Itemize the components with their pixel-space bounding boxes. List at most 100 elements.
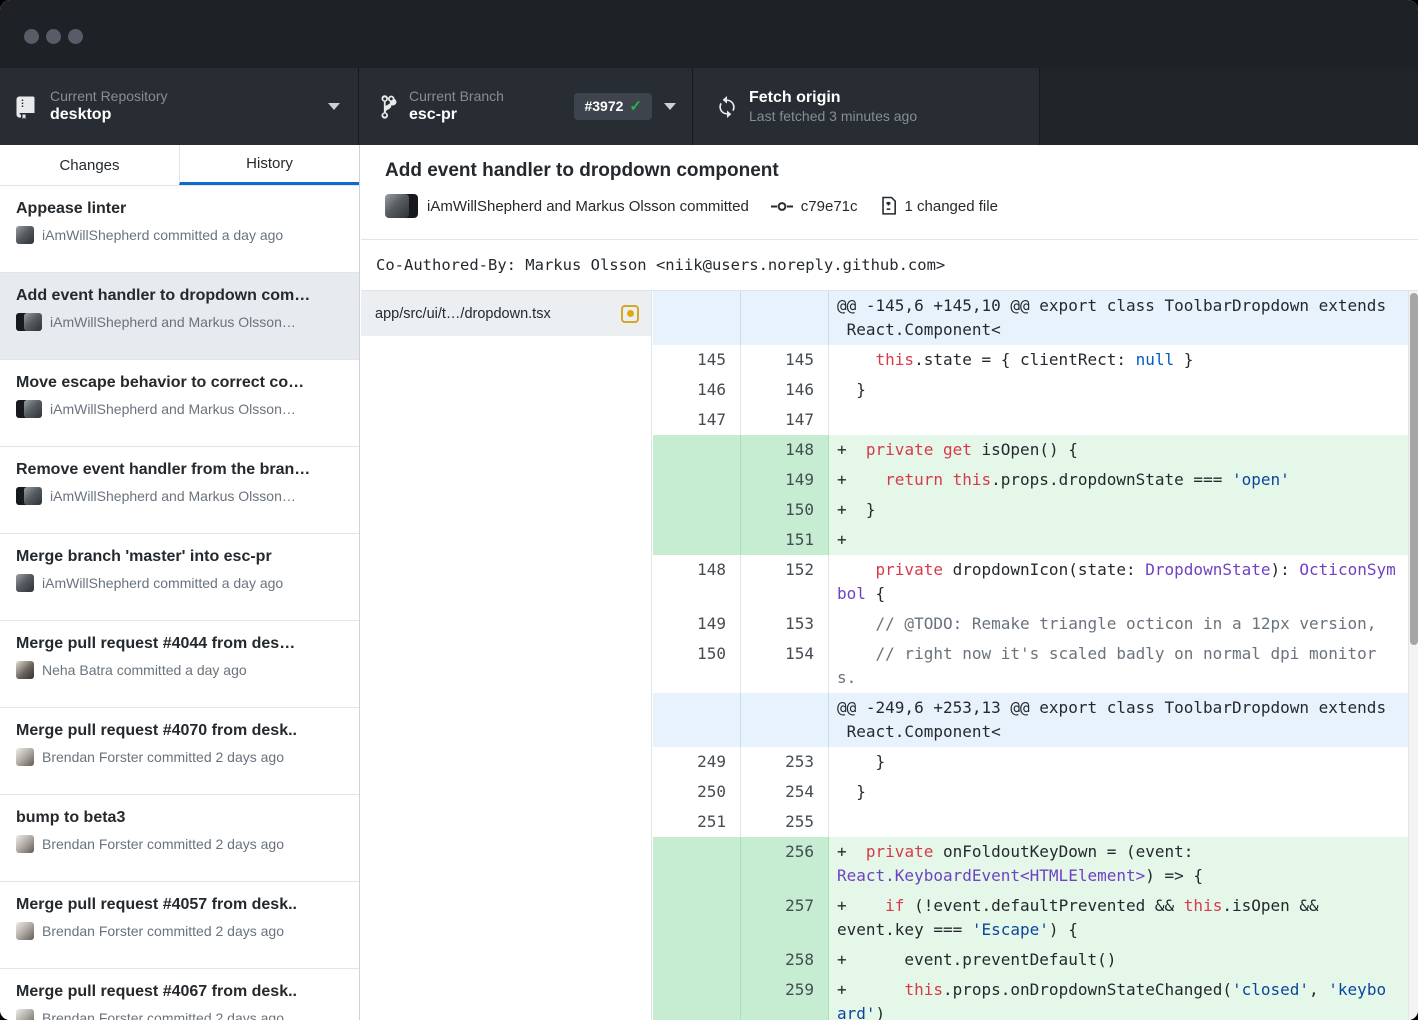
chevron-down-icon xyxy=(664,103,676,110)
code-line: + } xyxy=(837,498,1418,522)
current-repository-label: Current Repository xyxy=(50,88,168,106)
diff-line-content: + private onFoldoutKeyDown = (event:Reac… xyxy=(829,837,1418,891)
toolbar: Current Repository desktop Current Branc… xyxy=(0,68,1418,145)
current-branch-label: Current Branch xyxy=(409,88,504,106)
diff-context-line: 150154 // right now it's scaled badly on… xyxy=(653,639,1418,693)
diff-view: @@ -145,6 +145,10 @@ export class Toolba… xyxy=(653,291,1418,1020)
diff-context-line: 145145 this.state = { clientRect: null } xyxy=(653,345,1418,375)
current-branch-value: esc-pr xyxy=(409,105,504,125)
diff-line-content: @@ -145,6 +145,10 @@ export class Toolba… xyxy=(829,291,1418,345)
diff-new-line-number: 258 xyxy=(741,945,829,975)
diff-line-content: + return this.props.dropdownState === 'o… xyxy=(829,465,1418,495)
diff-added-line: 257+ if (!event.defaultPrevented && this… xyxy=(653,891,1418,945)
code-line: + return this.props.dropdownState === 'o… xyxy=(837,468,1418,492)
diff-line-content: + } xyxy=(829,495,1418,525)
avatar xyxy=(24,487,42,505)
tab-history[interactable]: History xyxy=(179,145,359,185)
commit-item-avatars xyxy=(16,1009,34,1020)
diff-context-line: 149153 // @TODO: Remake triangle octicon… xyxy=(653,609,1418,639)
code-line: s. xyxy=(837,666,1418,690)
code-line xyxy=(837,810,1418,834)
fetch-origin-title: Fetch origin xyxy=(749,88,917,108)
diff-new-line-number: 146 xyxy=(741,375,829,405)
commit-list-item[interactable]: Appease linteriAmWillShepherd committed … xyxy=(0,186,359,273)
diff-line-content: + if (!event.defaultPrevented && this.is… xyxy=(829,891,1418,945)
file-path: app/src/ui/t…/dropdown.tsx xyxy=(375,306,613,322)
commit-item-avatars xyxy=(16,661,34,679)
commit-list-item[interactable]: Merge pull request #4057 from desk..Bren… xyxy=(0,882,359,969)
changed-files-panel: app/src/ui/t…/dropdown.tsx xyxy=(361,291,652,1020)
commit-sha[interactable]: c79e71c xyxy=(801,198,858,215)
ci-check-icon: ✓ xyxy=(629,99,642,114)
current-branch-button[interactable]: Current Branch esc-pr #3972 ✓ xyxy=(359,68,693,145)
commit-item-title: Merge pull request #4044 from des… xyxy=(16,634,345,653)
commit-item-meta-text: iAmWillShepherd and Markus Olsson… xyxy=(50,488,296,504)
tab-changes[interactable]: Changes xyxy=(0,145,179,185)
code-line: React.Component< xyxy=(837,720,1418,744)
diff-line-content: } xyxy=(829,375,1418,405)
commit-list-item[interactable]: Merge branch 'master' into esc-priAmWill… xyxy=(0,534,359,621)
code-line: + this.props.onDropdownStateChanged('clo… xyxy=(837,978,1418,1002)
code-line: event.key === 'Escape') { xyxy=(837,918,1418,942)
code-line: this.state = { clientRect: null } xyxy=(837,348,1418,372)
avatar xyxy=(16,574,34,592)
code-line: React.KeyboardEvent<HTMLElement>) => { xyxy=(837,864,1418,888)
commit-item-meta-text: iAmWillShepherd committed a day ago xyxy=(42,575,283,591)
commit-list-item[interactable]: Remove event handler from the bran… iAmWi… xyxy=(0,447,359,534)
diff-line-content: + this.props.onDropdownStateChanged('clo… xyxy=(829,975,1418,1020)
commit-item-meta: iAmWillShepherd and Markus Olsson… xyxy=(16,487,345,505)
code-line: bol { xyxy=(837,582,1418,606)
diff-old-line-number xyxy=(653,291,741,345)
diff-old-line-number xyxy=(653,495,741,525)
file-modified-icon xyxy=(621,305,639,323)
commit-item-meta-text: Brendan Forster committed 2 days ago xyxy=(42,836,284,852)
diff-scrollbar-thumb[interactable] xyxy=(1410,293,1418,645)
commit-list-item[interactable]: Move escape behavior to correct co…iAmWi… xyxy=(0,360,359,447)
zoom-window-button[interactable] xyxy=(68,29,83,44)
commit-item-avatars xyxy=(16,400,42,418)
commit-title: Add event handler to dropdown component xyxy=(361,145,1418,182)
commit-list-item[interactable]: Merge pull request #4044 from des… Neha B… xyxy=(0,621,359,708)
commit-list-item[interactable]: Add event handler to dropdown com…iAmWil… xyxy=(0,273,359,360)
commit-item-avatars xyxy=(16,748,34,766)
file-row[interactable]: app/src/ui/t…/dropdown.tsx xyxy=(361,291,651,336)
commit-item-avatars xyxy=(16,574,34,592)
commit-list-item[interactable]: bump to beta3Brendan Forster committed 2… xyxy=(0,795,359,882)
diff-old-line-number xyxy=(653,693,741,747)
commit-item-meta: iAmWillShepherd and Markus Olsson… xyxy=(16,313,345,331)
commit-list-item[interactable]: Merge pull request #4070 from desk..Bren… xyxy=(0,708,359,795)
diff-scrollbar-track[interactable] xyxy=(1408,291,1418,1020)
commit-list-item[interactable]: Merge pull request #4067 from desk..Bren… xyxy=(0,969,359,1020)
diff-line-content: + event.preventDefault() xyxy=(829,945,1418,975)
commit-item-meta: iAmWillShepherd committed a day ago xyxy=(16,574,345,592)
commit-header: Add event handler to dropdown component … xyxy=(361,145,1418,240)
diff-new-line-number: 256 xyxy=(741,837,829,891)
pr-status-badge: #3972 ✓ xyxy=(574,93,652,120)
code-line: // right now it's scaled badly on normal… xyxy=(837,642,1418,666)
avatar xyxy=(16,226,34,244)
diff-new-line-number xyxy=(741,291,829,345)
avatar xyxy=(16,748,34,766)
avatar xyxy=(385,194,409,218)
diff-old-line-number: 145 xyxy=(653,345,741,375)
diff-old-line-number xyxy=(653,975,741,1020)
committer-avatars xyxy=(385,194,417,218)
close-window-button[interactable] xyxy=(24,29,39,44)
fetch-origin-button[interactable]: Fetch origin Last fetched 3 minutes ago xyxy=(693,68,1040,145)
diff-line-content xyxy=(829,405,1418,435)
commit-item-meta: Brendan Forster committed 2 days ago xyxy=(16,1009,345,1020)
diff-line-content: private dropdownIcon(state: DropdownStat… xyxy=(829,555,1418,609)
diff-new-line-number: 150 xyxy=(741,495,829,525)
diff-new-line-number: 154 xyxy=(741,639,829,693)
code-line: + event.preventDefault() xyxy=(837,948,1418,972)
minimize-window-button[interactable] xyxy=(46,29,61,44)
avatar xyxy=(24,313,42,331)
commit-item-meta: Neha Batra committed a day ago xyxy=(16,661,345,679)
diff-line-content: // @TODO: Remake triangle octicon in a 1… xyxy=(829,609,1418,639)
diff-new-line-number: 145 xyxy=(741,345,829,375)
diff-old-line-number: 251 xyxy=(653,807,741,837)
current-repository-button[interactable]: Current Repository desktop xyxy=(0,68,359,145)
commit-item-title: Remove event handler from the bran… xyxy=(16,460,345,479)
diff-line-content: @@ -249,6 +253,13 @@ export class Toolba… xyxy=(829,693,1418,747)
avatar xyxy=(16,922,34,940)
